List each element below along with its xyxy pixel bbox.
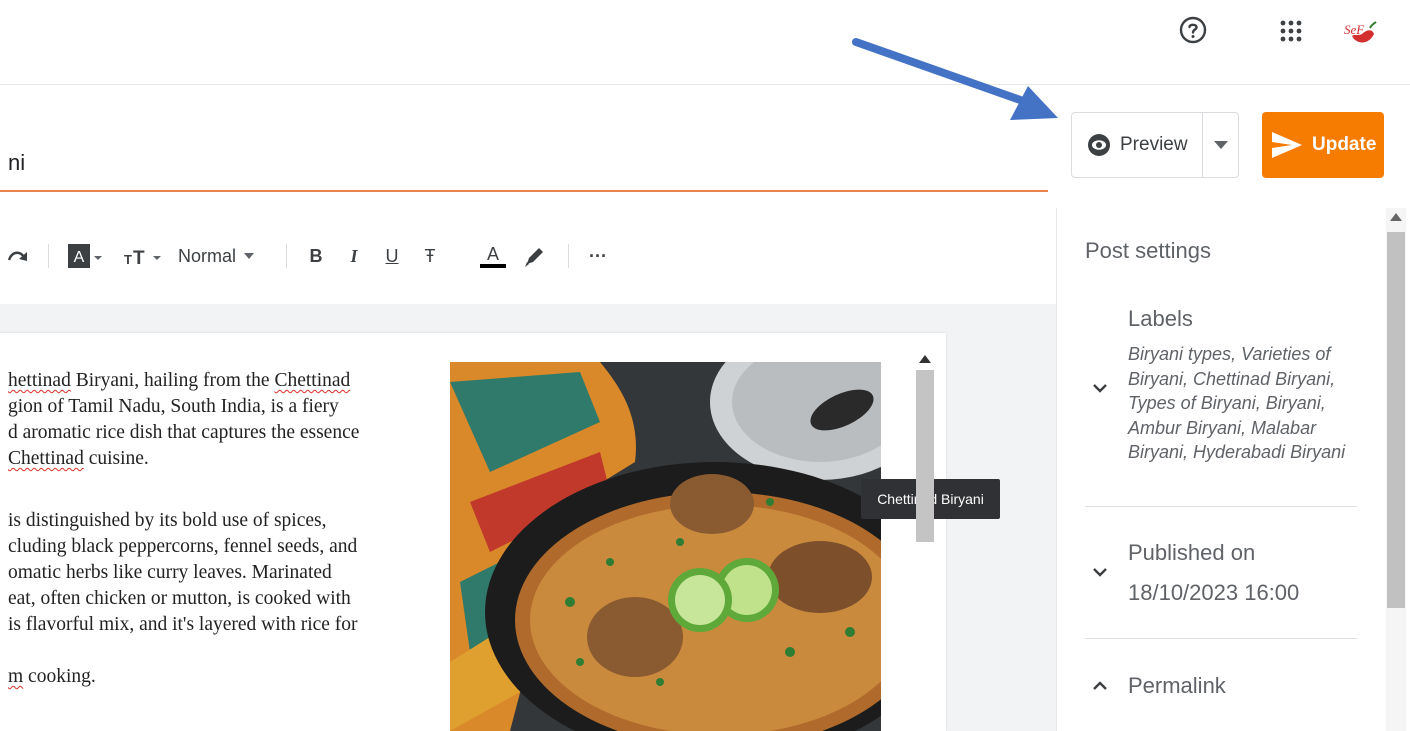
post-settings-title: Post settings <box>1085 238 1211 263</box>
toolbar-divider <box>286 244 287 268</box>
editor-scrollbar-thumb[interactable] <box>916 370 934 542</box>
body-line: d aromatic rice dish that captures the e… <box>8 422 360 443</box>
published-title[interactable]: Published on <box>1128 540 1255 566</box>
body-line: cluding black peppercorns, fennel seeds,… <box>8 536 358 557</box>
body-line: is flavorful mix, and it's layered with … <box>8 614 358 635</box>
published-date[interactable]: 18/10/2023 16:00 <box>1128 580 1299 606</box>
update-button[interactable]: Update <box>1262 112 1384 178</box>
biryani-image[interactable] <box>450 362 881 731</box>
settings-divider <box>1085 506 1357 507</box>
post-title-input[interactable]: ni <box>8 150 25 176</box>
toolbar-divider <box>568 244 569 268</box>
body-line: eat, often chicken or mutton, is cooked … <box>8 588 351 609</box>
labels-title[interactable]: Labels <box>1128 306 1193 332</box>
avatar-text: SeF <box>1344 22 1365 37</box>
apps-grid-icon[interactable] <box>1280 20 1302 42</box>
italic-button[interactable]: I <box>342 240 366 272</box>
settings-divider <box>1085 638 1357 639</box>
font-size-button[interactable]: T T <box>124 240 164 272</box>
more-options-button[interactable]: ··· <box>586 240 610 272</box>
caret-down-icon <box>244 253 255 259</box>
svg-text:T: T <box>124 252 132 267</box>
chevron-down-icon[interactable] <box>1090 562 1110 582</box>
text-color-label: A <box>486 244 499 264</box>
annotation-arrow-icon <box>852 38 1058 120</box>
toolbar-divider <box>48 244 49 268</box>
body-line: gion of Tamil Nadu, South India, is a fi… <box>8 396 339 417</box>
formatting-toolbar: A T T Normal B I U Ŧ A ··· <box>0 208 1056 304</box>
preview-dropdown-button[interactable] <box>1203 113 1239 177</box>
labels-values[interactable]: Biryani types, Varieties of Biryani, Che… <box>1128 342 1353 465</box>
caret-down-icon <box>1214 141 1228 149</box>
strikethrough-button[interactable]: Ŧ <box>418 240 442 272</box>
update-label: Update <box>1312 134 1377 155</box>
scroll-up-icon[interactable] <box>1390 213 1402 221</box>
title-underline <box>0 190 1048 192</box>
sidebar-divider <box>1056 208 1057 731</box>
body-line: Chettinad cuisine. <box>8 448 149 469</box>
biryani-photo-icon <box>450 362 881 731</box>
bold-button[interactable]: B <box>304 240 328 272</box>
chevron-up-icon[interactable] <box>1090 676 1110 696</box>
highlight-button[interactable] <box>520 240 550 272</box>
scroll-up-icon[interactable] <box>919 355 931 363</box>
text-color-swatch <box>480 264 506 268</box>
preview-button-group: Preview <box>1071 112 1239 178</box>
paragraph-style-label: Normal <box>178 245 237 266</box>
eye-icon <box>1088 134 1110 156</box>
body-line: m cooking. <box>8 666 96 687</box>
body-line: hettinad Biryani, hailing from the Chett… <box>8 370 351 391</box>
permalink-title[interactable]: Permalink <box>1128 673 1226 699</box>
text-color-button[interactable]: A <box>478 240 508 272</box>
highlighter-icon <box>525 248 543 267</box>
help-circle-icon[interactable] <box>1179 16 1207 44</box>
sidebar-scrollbar-thumb[interactable] <box>1387 232 1405 608</box>
svg-text:A: A <box>74 249 85 266</box>
preview-label: Preview <box>1120 134 1188 155</box>
text-size-icon: T T <box>124 248 161 269</box>
font-icon: A <box>68 244 102 268</box>
body-line: is distinguished by its bold use of spic… <box>8 510 327 531</box>
preview-button[interactable]: Preview <box>1072 113 1202 177</box>
font-family-button[interactable]: A <box>66 240 104 272</box>
redo-button[interactable] <box>6 240 30 272</box>
avatar[interactable]: SeF <box>1342 14 1378 50</box>
paragraph-style-dropdown[interactable]: Normal <box>178 240 270 272</box>
svg-text:T: T <box>133 248 145 269</box>
body-line: omatic herbs like curry leaves. Marinate… <box>8 562 332 583</box>
underline-button[interactable]: U <box>380 240 404 272</box>
redo-icon <box>8 251 27 261</box>
chevron-down-icon[interactable] <box>1090 378 1110 398</box>
send-icon <box>1272 132 1302 158</box>
